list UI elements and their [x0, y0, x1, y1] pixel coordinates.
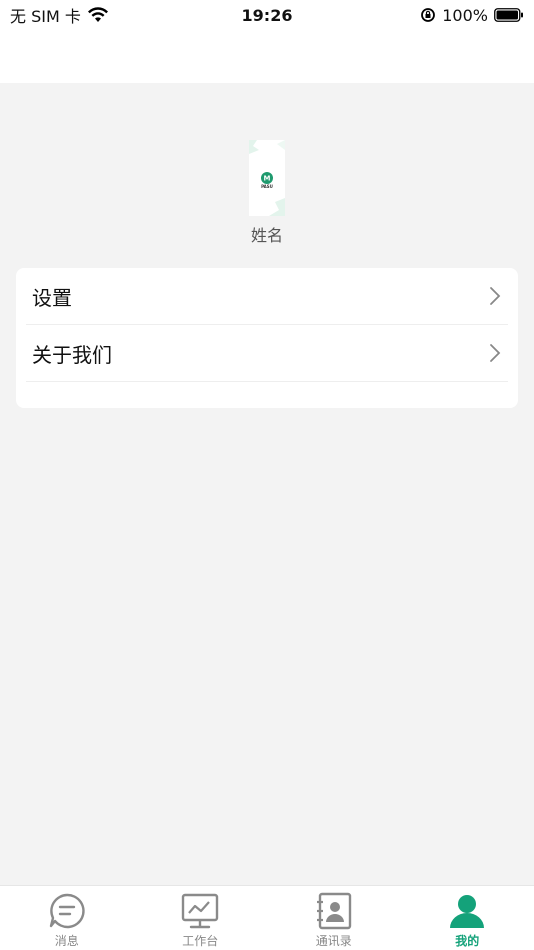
tab-label: 消息 [54, 934, 79, 948]
status-left: 无 SIM 卡 [10, 3, 109, 27]
battery-percent: 100% [442, 5, 488, 25]
workbench-icon [182, 893, 219, 929]
tab-label: 我的 [455, 934, 480, 948]
logo-icon: M [249, 140, 285, 216]
menu-item-about-us[interactable]: 关于我们 [26, 325, 508, 382]
status-bar: 无 SIM 卡 19:26 100% [0, 0, 534, 30]
carrier-label: 无 SIM 卡 [10, 7, 81, 26]
status-right: 100% [420, 6, 524, 25]
tab-label: 通讯录 [315, 934, 352, 948]
tab-bar: 消息 工作台 通讯录 我的 [0, 885, 534, 950]
message-icon [49, 893, 85, 929]
menu-item-label: 关于我们 [32, 342, 112, 367]
profile-icon [450, 895, 485, 928]
logo-text: PASU [261, 184, 273, 189]
tab-messages[interactable]: 消息 [0, 886, 134, 950]
nav-bar [0, 30, 534, 83]
tab-mine[interactable]: 我的 [401, 886, 534, 950]
menu-card: 设置 关于我们 [16, 268, 518, 408]
profile-header: M PASU 姓名 [0, 140, 534, 246]
menu-item-settings[interactable]: 设置 [26, 268, 508, 325]
orientation-lock-icon [421, 8, 436, 22]
profile-name: 姓名 [250, 226, 283, 245]
tab-workbench[interactable]: 工作台 [134, 886, 268, 950]
contacts-icon [316, 892, 351, 930]
tab-contacts[interactable]: 通讯录 [267, 886, 401, 950]
chevron-right-icon [490, 344, 501, 362]
avatar[interactable]: M PASU [249, 140, 285, 216]
menu-item-label: 设置 [32, 285, 72, 310]
svg-text:M: M [264, 175, 271, 183]
tab-label: 工作台 [182, 934, 219, 948]
chevron-right-icon [490, 287, 501, 305]
wifi-icon [87, 7, 108, 22]
battery-icon [494, 8, 523, 22]
